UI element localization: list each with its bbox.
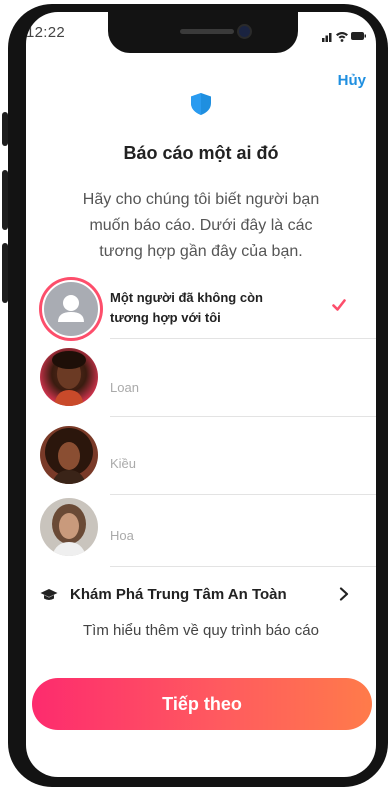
row-divider: [110, 416, 376, 417]
profile-photo: [45, 428, 93, 484]
shield-icon: [191, 93, 211, 115]
speaker: [180, 29, 234, 34]
match-name: Kiều: [110, 456, 137, 471]
status-icons: [322, 32, 366, 42]
profile-photo: [52, 504, 86, 556]
safety-center-link[interactable]: Khám Phá Trung Tâm An Toàn: [26, 580, 376, 610]
avatar: [40, 348, 98, 406]
chevron-right-icon: [339, 587, 349, 601]
battery-icon: [351, 32, 364, 40]
avatar: [40, 498, 98, 556]
match-name: Hoa: [110, 528, 134, 543]
camera: [239, 26, 250, 37]
next-button[interactable]: Tiếp theo: [32, 678, 372, 730]
description-text: Hãy cho chúng tôi biết người bạn muốn bá…: [82, 191, 320, 260]
phone-screen: 12:22 Hủy Báo cáo một ai đó Hãy cho chún…: [26, 12, 376, 777]
row-divider: [110, 566, 376, 567]
match-option-loan[interactable]: Loan: [26, 342, 376, 417]
safety-center-subtitle: Tìm hiểu thêm về quy trình báo cáo: [83, 622, 319, 639]
match-option-unmatched[interactable]: Một người đã không còn tương hợp với tôi: [26, 272, 376, 344]
match-option-kieu[interactable]: Kiều: [26, 420, 376, 495]
cancel-button[interactable]: Hủy: [338, 72, 366, 89]
safety-center-title: Khám Phá Trung Tâm An Toàn: [70, 586, 287, 603]
avatar: [40, 426, 98, 484]
checkmark-icon: [332, 299, 346, 311]
signal-icon: [322, 38, 325, 42]
avatar-placeholder: [42, 280, 100, 338]
status-time: 12:22: [26, 24, 66, 41]
match-option-label: Một người đã không còn tương hợp với tôi: [110, 290, 263, 325]
row-divider: [110, 338, 376, 339]
match-option-hoa[interactable]: Hoa: [26, 492, 376, 567]
wifi-icon: [336, 32, 348, 36]
page-title: Báo cáo một ai đó: [123, 143, 279, 163]
match-name: Loan: [110, 380, 139, 395]
notch: [108, 12, 298, 53]
profile-photo: [52, 351, 86, 406]
graduation-cap-icon: [40, 589, 58, 600]
person-icon: [58, 295, 84, 322]
